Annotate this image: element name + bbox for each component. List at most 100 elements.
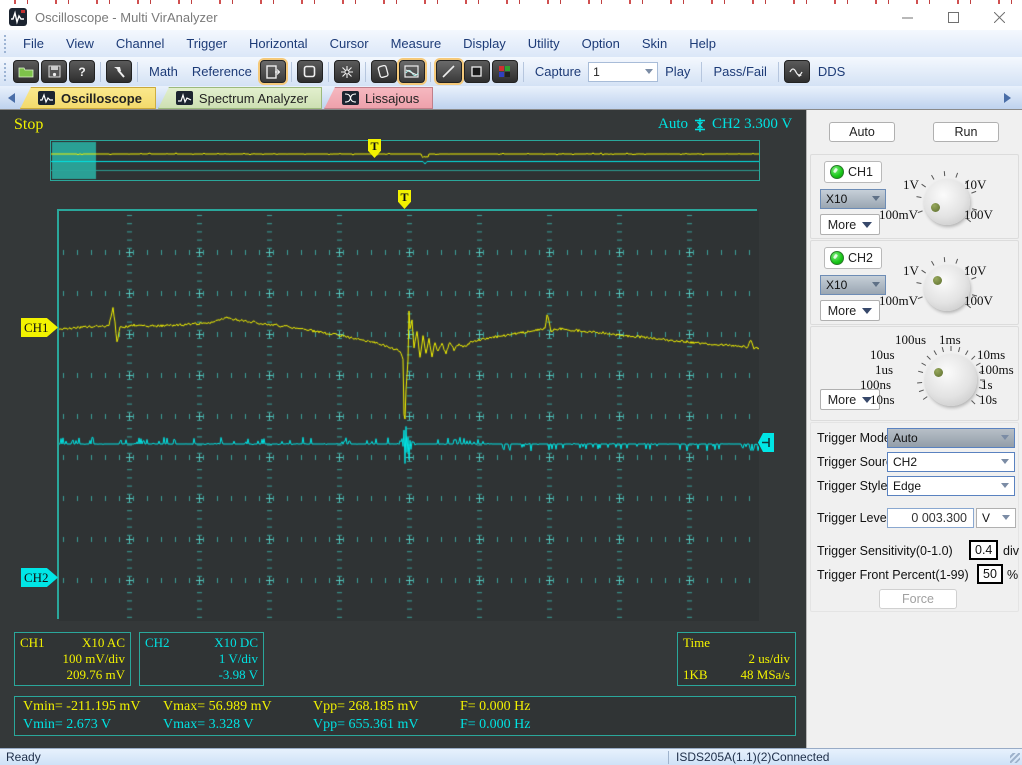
save-button[interactable] xyxy=(41,60,67,83)
knob-label-10v: 10V xyxy=(964,263,986,279)
timebase-control-group: More 100us 1ms 10us 10ms 1us 100ms 100ns… xyxy=(810,326,1019,421)
ch2-enable-button[interactable]: CH2 xyxy=(824,247,882,269)
help-button[interactable]: ? xyxy=(69,60,95,83)
t-flag-label: T xyxy=(370,139,378,153)
ch1-measurements-row: Vmin= -211.195 mV Vmax= 56.989 mV Vpp= 2… xyxy=(23,698,795,716)
waveform-display-button[interactable] xyxy=(399,60,425,83)
menu-trigger[interactable]: Trigger xyxy=(175,32,238,55)
ch2-more-button[interactable]: More xyxy=(820,300,880,321)
force-trigger-button[interactable]: Force xyxy=(879,589,957,609)
knob-label-1v: 1V xyxy=(903,263,919,279)
trigger-style-value: Edge xyxy=(893,479,921,493)
maximize-button[interactable] xyxy=(930,4,976,30)
menu-skin[interactable]: Skin xyxy=(631,32,678,55)
fullscreen-button[interactable] xyxy=(297,60,323,83)
ch1-more-button[interactable]: More xyxy=(820,214,880,235)
dds-button[interactable]: DDS xyxy=(811,60,852,83)
autoset-button[interactable] xyxy=(334,60,360,83)
tab-scroll-left-button[interactable] xyxy=(4,89,18,107)
minimize-button[interactable] xyxy=(884,4,930,30)
ch1-position-flag[interactable]: CH1 xyxy=(21,318,58,337)
device-button[interactable] xyxy=(371,60,397,83)
trigger-front-label: Trigger Front Percent(1-99) xyxy=(817,568,969,582)
dds-icon[interactable] xyxy=(784,60,810,83)
tool-settings-button[interactable] xyxy=(106,60,132,83)
ch1-probe-value: X10 xyxy=(826,192,847,206)
time-label: Time xyxy=(683,635,710,651)
panel-toggle-button[interactable] xyxy=(260,60,286,83)
trigger-level-label: Trigger Level xyxy=(817,511,890,525)
tab-lissajous[interactable]: Lissajous xyxy=(324,87,433,109)
trigger-mode-select[interactable]: Auto xyxy=(887,428,1015,448)
trigger-source-select[interactable]: CH2 xyxy=(887,452,1015,472)
time-scale: 2 us/div xyxy=(748,651,790,667)
ch2-vmin: Vmin= 2.673 V xyxy=(23,716,163,734)
math-button[interactable]: Math xyxy=(142,60,185,83)
lissajous-tab-icon xyxy=(342,91,359,105)
graticule[interactable] xyxy=(57,209,757,619)
capture-count-select[interactable]: 1 xyxy=(588,62,658,82)
ch2-measurements-row: Vmin= 2.673 V Vmax= 3.328 V Vpp= 655.361… xyxy=(23,716,795,734)
menu-file[interactable]: File xyxy=(12,32,55,55)
ch1-offset: 209.76 mV xyxy=(67,667,126,683)
sample-rate: 48 MSa/s xyxy=(741,667,790,683)
ch1-vpp: Vpp= 268.185 mV xyxy=(313,698,460,716)
menu-display[interactable]: Display xyxy=(452,32,517,55)
trigger-front-input[interactable]: 50 xyxy=(977,564,1003,584)
triangle-down-icon xyxy=(862,308,872,314)
tab-spectrum-analyzer[interactable]: Spectrum Analyzer xyxy=(158,87,322,109)
ch1-probe-select[interactable]: X10 xyxy=(820,189,886,209)
tab-oscilloscope[interactable]: Oscilloscope xyxy=(20,87,156,109)
trigger-style-label: Trigger Style xyxy=(817,479,887,493)
record-depth: 1KB xyxy=(683,667,708,683)
trigger-level-input[interactable]: 0 003.300 xyxy=(887,508,974,528)
timebase-knob[interactable] xyxy=(925,354,977,406)
chevron-down-icon xyxy=(1001,482,1009,490)
open-file-button[interactable] xyxy=(13,60,39,83)
trigger-level-marker[interactable] xyxy=(758,433,774,452)
trigger-level-unit-select[interactable]: V xyxy=(976,508,1016,528)
menu-option[interactable]: Option xyxy=(571,32,631,55)
menu-view[interactable]: View xyxy=(55,32,105,55)
window-title: Oscilloscope - Multi VirAnalyzer xyxy=(35,10,218,25)
run-button[interactable]: Run xyxy=(933,122,999,142)
reference-button[interactable]: Reference xyxy=(185,60,259,83)
title-bar: Oscilloscope - Multi VirAnalyzer xyxy=(0,4,1022,30)
scope-display-area: Stop Auto CH2 3.300 V T T CH1 CH2 CH1X10… xyxy=(0,110,806,748)
device-connection-status: ISDS205A(1.1)(2)Connected xyxy=(676,750,829,764)
ch1-probe-coupling: X10 AC xyxy=(82,635,125,651)
trigger-style-select[interactable]: Edge xyxy=(887,476,1015,496)
chevron-down-icon xyxy=(1002,514,1010,522)
play-button[interactable]: Play xyxy=(658,60,697,83)
passfail-button[interactable]: Pass/Fail xyxy=(706,60,773,83)
ch2-position-flag[interactable]: CH2 xyxy=(21,568,58,587)
app-icon xyxy=(9,8,27,26)
close-button[interactable] xyxy=(976,4,1022,30)
stop-display-button[interactable] xyxy=(464,60,490,83)
ch2-offset: -3.98 V xyxy=(219,667,258,683)
more-label: More xyxy=(828,218,856,232)
menu-utility[interactable]: Utility xyxy=(517,32,571,55)
menu-cursor[interactable]: Cursor xyxy=(319,32,380,55)
resize-grip-icon[interactable] xyxy=(1010,753,1020,763)
tab-label: Oscilloscope xyxy=(61,91,142,106)
ch2-probe-select[interactable]: X10 xyxy=(820,275,886,295)
tab-scroll-right-button[interactable] xyxy=(1000,89,1014,107)
toolbar-grip xyxy=(3,35,8,53)
trigger-sensitivity-label: Trigger Sensitivity(0-1.0) xyxy=(817,544,953,558)
menu-channel[interactable]: Channel xyxy=(105,32,175,55)
ch1-enable-button[interactable]: CH1 xyxy=(824,161,882,183)
line-draw-button[interactable] xyxy=(436,60,462,83)
knob-label-1ms: 1ms xyxy=(939,332,961,348)
trigger-position-flag[interactable]: T xyxy=(398,190,411,209)
menu-measure[interactable]: Measure xyxy=(380,32,453,55)
more-label: More xyxy=(828,304,856,318)
color-settings-button[interactable] xyxy=(492,60,518,83)
triangle-right-icon xyxy=(1004,93,1011,103)
menu-help[interactable]: Help xyxy=(678,32,727,55)
auto-button[interactable]: Auto xyxy=(829,122,895,142)
waveform-overview-strip[interactable] xyxy=(50,140,760,181)
trigger-sensitivity-input[interactable]: 0.4 xyxy=(969,540,998,560)
ch2-probe-coupling: X10 DC xyxy=(214,635,258,651)
menu-horizontal[interactable]: Horizontal xyxy=(238,32,319,55)
